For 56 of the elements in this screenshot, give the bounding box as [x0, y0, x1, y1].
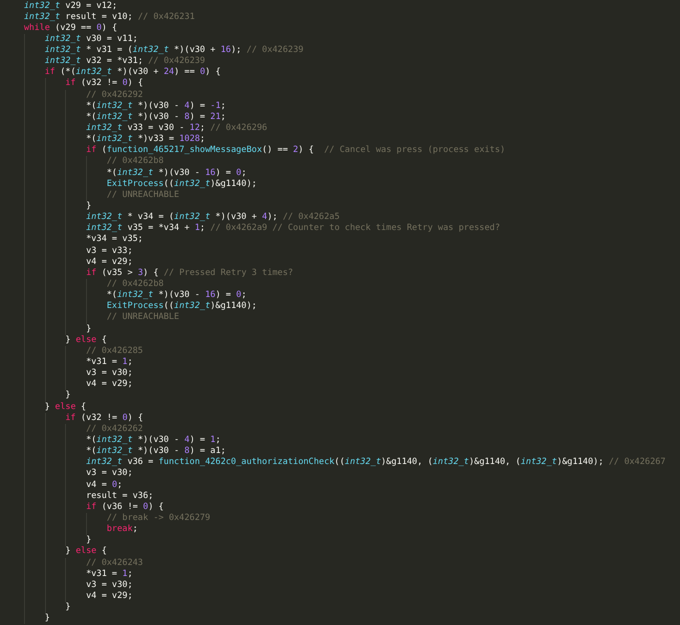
code-line: // UNREACHABLE — [106, 312, 180, 324]
code-line: // 0x426262 — [86, 424, 143, 435]
code-line: } — [44, 613, 50, 624]
code-line: int32_t * v34 = (int32_t *)(v30 + 4); // 0x4262a5 — [86, 212, 340, 224]
code-line: } — [86, 535, 92, 546]
code-line: ExitProcess((int32_t)&g1140); — [106, 301, 257, 312]
code-line: int32_t v29 = v12; — [24, 0, 118, 12]
code-line: break; — [106, 524, 138, 536]
code-line: if (function_465217_showMessageBox() == 2) { // Cancel was press (process exits) — [86, 145, 506, 156]
code-line: result = v36; — [86, 490, 154, 502]
code-line: int32_t result = v10; // 0x426231 — [24, 12, 195, 23]
code-line: // 0x4262b8 — [106, 279, 164, 290]
code-line: } else { — [65, 546, 107, 558]
code-line: int32_t v30 = v11; — [44, 34, 138, 46]
code-line: v4 = v29; — [86, 590, 133, 602]
code-line: int32_t v36 = function_4262c0_authorizationCheck((int32_t)&g1140, (int32_t)&g1140, (int32_t)&g1140); // 0x426267 — [86, 457, 666, 468]
code-line: } — [65, 390, 71, 402]
code-line: v3 = v30; — [86, 468, 133, 480]
code-line: v3 = v33; — [86, 246, 133, 257]
code-line: int32_t v35 = *v34 + 1; // 0x4262a9 // Counter to check times Retry was pressed? — [86, 223, 500, 234]
code-line: *(int32_t *)(v30 - 16) = 0; — [106, 290, 247, 302]
code-line: int32_t v32 = *v31; // 0x426239 — [44, 56, 206, 68]
code-line: // UNREACHABLE — [106, 190, 180, 202]
code-line: *v34 = v35; — [86, 234, 143, 246]
code-line: if (v32 != 0) { — [65, 78, 144, 90]
code-line: ExitProcess((int32_t)&g1140); — [106, 178, 257, 190]
code-line: if (v35 > 3) { // Pressed Retry 3 times? — [86, 268, 294, 280]
code-line: int32_t v33 = v30 - 12; // 0x426296 — [86, 123, 268, 134]
code-line: // 0x4262b8 — [106, 156, 164, 168]
code-line: *v31 = 1; — [86, 357, 133, 368]
code-line: v4 = v29; — [86, 379, 133, 390]
code-line: } else { — [65, 334, 107, 346]
code-line: *(int32_t *)v33 = 1028; — [86, 134, 206, 146]
code-line: *v31 = 1; — [86, 568, 133, 580]
code-line: if (v32 != 0) { — [65, 412, 144, 424]
code-line: v3 = v30; — [86, 580, 133, 591]
code-line: } — [86, 324, 92, 335]
code-line: v3 = v30; — [86, 368, 133, 380]
code-line: // break -> 0x426279 — [106, 512, 210, 524]
code-line: while (v29 == 0) { — [24, 22, 118, 34]
code-line: int32_t * v31 = (int32_t *)(v30 + 16); // 0x426239 — [44, 45, 304, 56]
code-line: *(int32_t *)(v30 - 16) = 0; — [106, 168, 247, 179]
code-line: } else { — [44, 402, 86, 413]
code-line: *(int32_t *)(v30 - 8) = a1; — [86, 446, 226, 458]
code-line: *(int32_t *)(v30 - 8) = 21; — [86, 112, 226, 124]
code-line: v4 = 0; — [86, 480, 122, 491]
code-line: // 0x426285 — [86, 346, 143, 357]
code-line: *(int32_t *)(v30 - 4) = -1; — [86, 100, 226, 112]
code-line: // 0x426292 — [86, 90, 143, 101]
code-line: // 0x426243 — [86, 558, 143, 569]
code-line: } — [86, 201, 92, 212]
code-line: if (v36 != 0) { — [86, 502, 164, 513]
code-line: if (*(int32_t *)(v30 + 24) == 0) { — [44, 67, 221, 78]
code-line: v4 = v29; — [86, 256, 133, 268]
code-line: *(int32_t *)(v30 - 4) = 1; — [86, 434, 221, 446]
code-line: } — [65, 602, 71, 614]
